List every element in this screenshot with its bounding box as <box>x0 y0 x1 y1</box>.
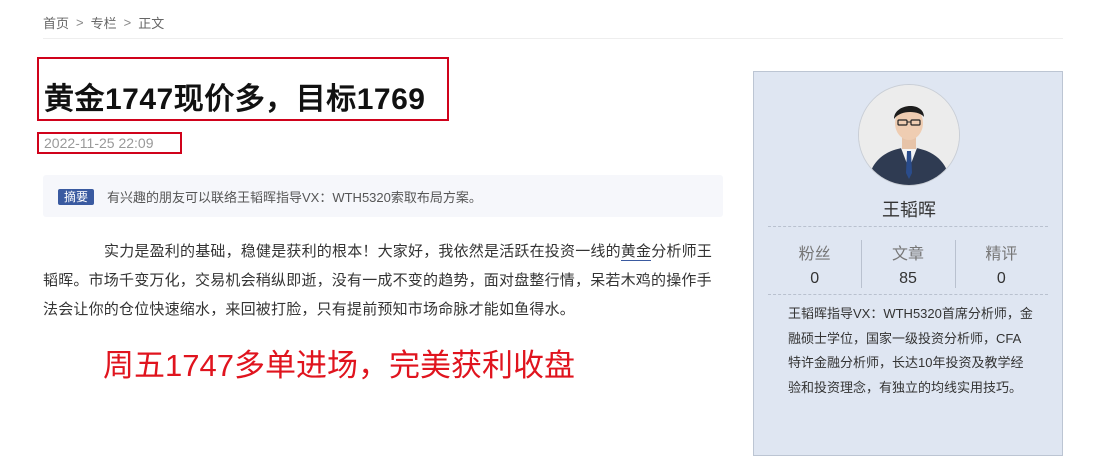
author-avatar[interactable] <box>858 84 960 186</box>
author-card: 王韬晖 粉丝 0 文章 85 精评 0 王韬晖指导VX：WTH5320首席分析师… <box>753 71 1063 456</box>
highlight-text: 周五1747多单进场，完美获利收盘 <box>103 348 575 383</box>
author-stats: 粉丝 0 文章 85 精评 0 <box>768 236 1048 292</box>
publish-date: 2022-11-25 22:09 <box>44 135 154 151</box>
breadcrumb-home-link[interactable]: 首页 <box>43 13 69 32</box>
stat-followers: 粉丝 0 <box>768 236 861 292</box>
header-divider <box>43 38 1063 39</box>
divider <box>768 226 1048 227</box>
avatar-image <box>859 85 959 185</box>
breadcrumb: 首页 > 专栏 > 正文 <box>43 13 164 32</box>
stat-label: 精评 <box>985 246 1018 263</box>
author-name[interactable]: 王韬晖 <box>754 196 1064 222</box>
breadcrumb-separator: > <box>76 15 84 30</box>
stat-value: 85 <box>899 270 917 287</box>
breadcrumb-current: 正文 <box>138 16 165 31</box>
body-text-part: 实力是盈利的基础，稳健是获利的根本！大家好，我依然是活跃在投资一线的 <box>104 243 621 260</box>
stat-value: 0 <box>810 270 820 287</box>
summary-text: 有兴趣的朋友可以联络王韬晖指导VX：WTH5320索取布局方案。 <box>107 190 482 205</box>
stat-value: 0 <box>996 270 1006 287</box>
breadcrumb-column-link[interactable]: 专栏 <box>91 13 117 32</box>
article-title: 黄金1747现价多，目标1769 <box>44 83 426 116</box>
stat-label: 粉丝 <box>798 246 831 263</box>
breadcrumb-separator: > <box>123 15 132 30</box>
author-bio: 王韬晖指导VX：WTH5320首席分析师，金融硕士学位，国家一级投资分析师，CF… <box>788 306 1033 395</box>
summary-badge: 摘要 <box>58 189 95 205</box>
article-summary: 摘要 有兴趣的朋友可以联络王韬晖指导VX：WTH5320索取布局方案。 <box>43 175 723 217</box>
stat-articles: 文章 85 <box>861 236 954 292</box>
keyword-link-gold[interactable]: 黄金 <box>620 243 652 261</box>
stat-label: 文章 <box>891 246 924 263</box>
divider <box>768 294 1048 295</box>
article-body: 实力是盈利的基础，稳健是获利的根本！大家好，我依然是活跃在投资一线的黄金分析师王… <box>43 237 725 324</box>
stat-featured: 精评 0 <box>954 236 1048 292</box>
